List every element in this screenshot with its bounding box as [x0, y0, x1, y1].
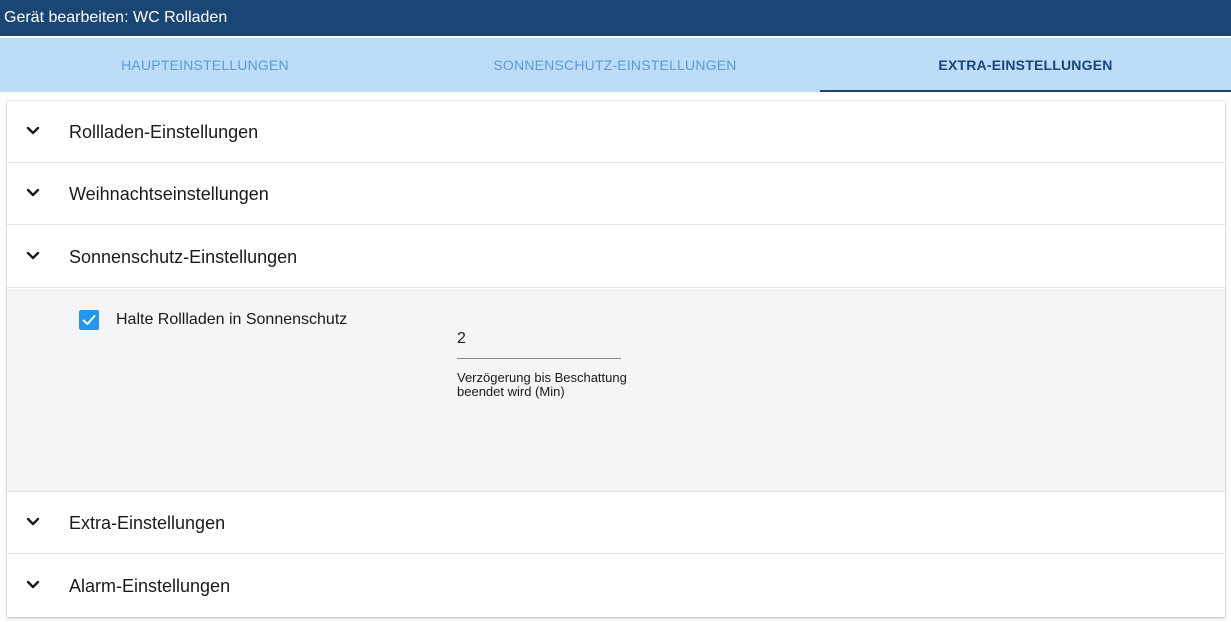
- tab-extra-einstellungen[interactable]: EXTRA-EINSTELLUNGEN: [820, 38, 1231, 92]
- section-label: Weihnachtseinstellungen: [69, 184, 269, 204]
- section-label: Extra-Einstellungen: [69, 513, 226, 533]
- tab-sonnenschutz-einstellungen[interactable]: SONNENSCHUTZ-EINSTELLUNGEN: [410, 38, 820, 92]
- section-sonnenschutz-einstellungen[interactable]: Sonnenschutz-Einstellungen: [7, 226, 1225, 288]
- section-label: Sonnenschutz-Einstellungen: [69, 247, 298, 267]
- section-extra-einstellungen[interactable]: Extra-Einstellungen: [7, 492, 1225, 554]
- shading-end-delay-helper-text: Verzögerung bis Beschattung beendet wird…: [457, 370, 627, 399]
- tab-haupteinstellungen[interactable]: HAUPTEINSTELLUNGEN: [0, 38, 410, 92]
- tab-bar: HAUPTEINSTELLUNGEN SONNENSCHUTZ-EINSTELL…: [0, 38, 1231, 92]
- section-label: Rollladen-Einstellungen: [69, 122, 259, 142]
- hold-in-sun-protection-label: Halte Rollladen in Sonnenschutz: [116, 311, 348, 328]
- chevron-down-icon: [26, 251, 40, 260]
- section-weihnachtseinstellungen[interactable]: Weihnachtseinstellungen: [7, 163, 1225, 225]
- chevron-down-icon: [26, 580, 40, 589]
- chevron-down-icon: [26, 126, 40, 135]
- sonnenschutz-section-body: Halte Rollladen in Sonnenschutz Verzöger…: [7, 289, 1225, 492]
- chevron-down-icon: [26, 517, 40, 526]
- settings-accordion: Rollladen-Einstellungen Weihnachtseinste…: [7, 101, 1225, 617]
- dialog-title: Gerät bearbeiten: WC Rolladen: [0, 0, 1231, 36]
- section-label: Alarm-Einstellungen: [69, 576, 231, 596]
- hold-in-sun-protection-checkbox[interactable]: [79, 310, 99, 330]
- shading-end-delay-input[interactable]: [457, 319, 621, 359]
- section-rollladen-einstellungen[interactable]: Rollladen-Einstellungen: [7, 101, 1225, 163]
- chevron-down-icon: [26, 188, 40, 197]
- section-alarm-einstellungen[interactable]: Alarm-Einstellungen: [7, 555, 1225, 617]
- checkmark-icon: [82, 315, 96, 325]
